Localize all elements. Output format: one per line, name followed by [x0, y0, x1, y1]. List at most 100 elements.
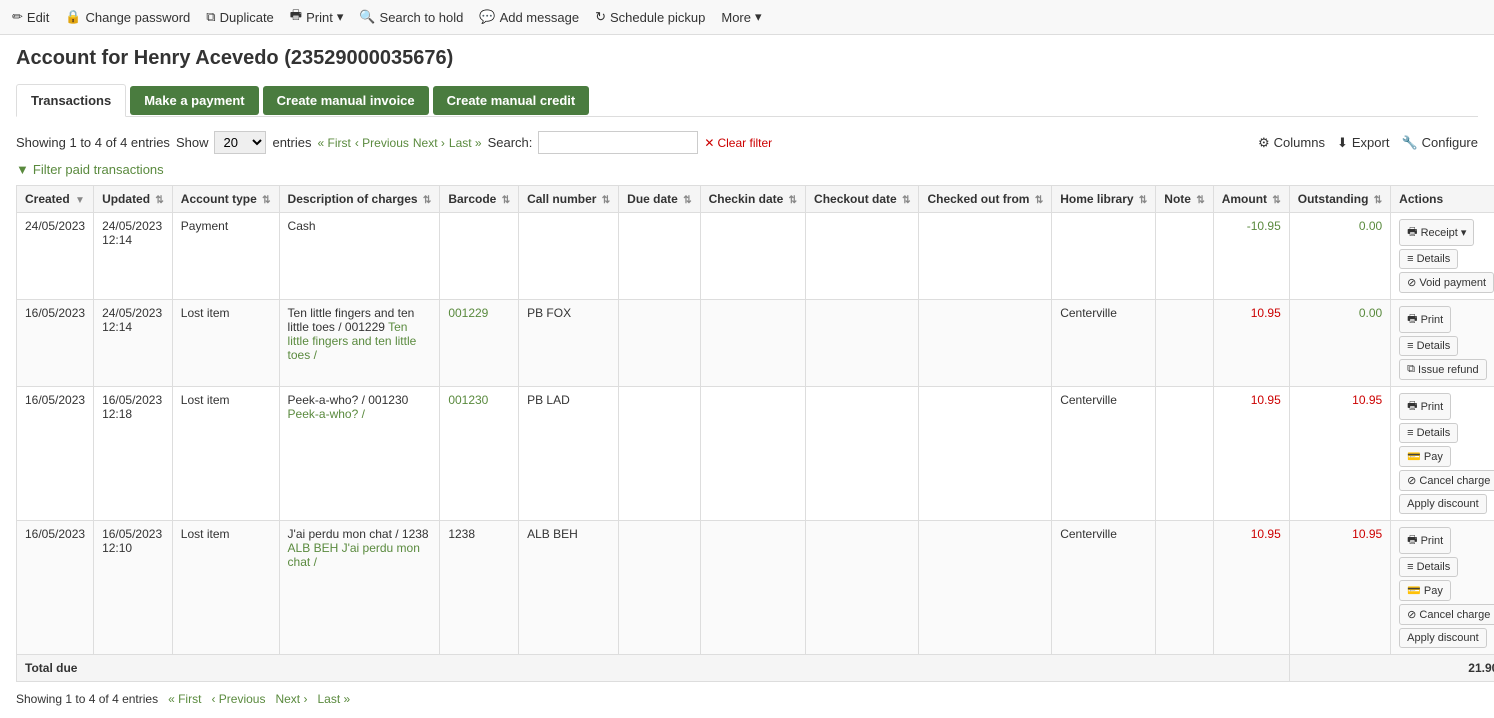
more-link[interactable]: More ▾	[721, 9, 761, 25]
cell-due-date	[619, 387, 700, 521]
description-link[interactable]: Ten little fingers and ten little toes /	[288, 320, 417, 362]
table-row: 16/05/202316/05/2023 12:10Lost itemJ'ai …	[17, 521, 1494, 655]
pay-btn[interactable]: 💳Pay	[1399, 446, 1451, 467]
schedule-pickup-link[interactable]: ↻ Schedule pickup	[595, 9, 705, 25]
print-link[interactable]: 🖶 Print ▾	[290, 6, 344, 28]
last-link[interactable]: Last »	[449, 136, 482, 150]
issue-refund-btn[interactable]: ⧉Issue refund	[1399, 359, 1486, 380]
more-dropdown-icon: ▾	[755, 9, 762, 25]
cell-checkin-date	[700, 387, 805, 521]
cell-actions: 🖶Print ≡Details 💳Pay ⊘Cancel charge Apply di…	[1391, 387, 1494, 521]
next-link[interactable]: Next ›	[413, 136, 445, 150]
search-label: Search:	[488, 135, 533, 150]
action-icon: ⊘	[1407, 608, 1416, 621]
cell-barcode	[440, 213, 519, 300]
change-password-link[interactable]: 🔒 Change password	[65, 9, 190, 25]
make-payment-button[interactable]: Make a payment	[130, 86, 258, 115]
edit-link[interactable]: ✏ Edit	[12, 9, 49, 25]
col-due-date[interactable]: Due date ⇅	[619, 186, 700, 213]
tab-transactions[interactable]: Transactions	[16, 84, 126, 117]
col-call-number[interactable]: Call number ⇅	[519, 186, 619, 213]
columns-link[interactable]: ⚙ Columns	[1258, 135, 1325, 151]
total-row: Total due 21.90	[17, 655, 1494, 682]
cell-updated: 24/05/2023 12:14	[94, 213, 173, 300]
details-btn[interactable]: ≡Details	[1399, 557, 1458, 577]
action-buttons: 🖶Print ≡Details ⧉Issue refund	[1399, 306, 1494, 380]
action-icon: 🖶	[1407, 223, 1417, 242]
col-description[interactable]: Description of charges ⇅	[279, 186, 440, 213]
print-btn[interactable]: 🖶Print	[1399, 393, 1451, 420]
create-invoice-button[interactable]: Create manual invoice	[263, 86, 429, 115]
sort-account-type-icon: ⇅	[262, 195, 270, 206]
sort-updated-icon: ⇅	[155, 195, 163, 206]
col-amount[interactable]: Amount ⇅	[1213, 186, 1289, 213]
configure-icon: 🔧	[1401, 135, 1417, 151]
cell-call-number: PB LAD	[519, 387, 619, 521]
dropdown-arrow: ▾	[1461, 226, 1467, 239]
cell-outstanding: 0.00	[1289, 213, 1390, 300]
columns-icon: ⚙	[1258, 135, 1270, 151]
bottom-previous-link[interactable]: ‹ Previous	[211, 692, 265, 706]
sort-created-icon: ▼	[75, 195, 85, 206]
col-created[interactable]: Created ▼	[17, 186, 94, 213]
bottom-next-link[interactable]: Next ›	[275, 692, 307, 706]
cell-created: 16/05/2023	[17, 300, 94, 387]
bottom-showing: Showing 1 to 4 of 4 entries	[16, 692, 158, 706]
pay-btn[interactable]: 💳Pay	[1399, 580, 1451, 601]
details-btn[interactable]: ≡Details	[1399, 423, 1458, 443]
print-btn[interactable]: 🖶Print	[1399, 306, 1451, 333]
export-link[interactable]: ⬇ Export	[1337, 135, 1389, 151]
details-btn[interactable]: ≡Details	[1399, 249, 1458, 269]
header-row: Created ▼ Updated ⇅ Account type ⇅ Descr…	[17, 186, 1494, 213]
create-credit-button[interactable]: Create manual credit	[433, 86, 590, 115]
search-icon: 🔍	[359, 9, 375, 25]
print-btn[interactable]: 🖶Print	[1399, 527, 1451, 554]
col-updated[interactable]: Updated ⇅	[94, 186, 173, 213]
show-entries-select[interactable]: 20 10 50 100	[214, 131, 266, 154]
table-controls-left: Showing 1 to 4 of 4 entries Show 20 10 5…	[16, 131, 772, 154]
configure-link[interactable]: 🔧 Configure	[1401, 135, 1478, 151]
search-to-hold-link[interactable]: 🔍 Search to hold	[359, 9, 463, 25]
cell-amount: 10.95	[1213, 387, 1289, 521]
col-checkout-date[interactable]: Checkout date ⇅	[806, 186, 919, 213]
search-area: Search: ✕ Clear filter	[488, 131, 773, 154]
sort-due-date-icon: ⇅	[683, 195, 691, 206]
receipt-btn[interactable]: 🖶Receipt▾	[1399, 219, 1474, 246]
duplicate-link[interactable]: ⧉ Duplicate	[206, 9, 274, 25]
void-payment-btn[interactable]: ⊘Void payment	[1399, 272, 1494, 293]
barcode-link[interactable]: 001230	[448, 393, 488, 407]
cell-description: Cash	[279, 213, 440, 300]
cancel-charge-btn[interactable]: ⊘Cancel charge	[1399, 470, 1494, 491]
search-input[interactable]	[538, 131, 698, 154]
first-link[interactable]: « First	[318, 136, 351, 150]
cell-description: Peek-a-who? / 001230 Peek-a-who? /	[279, 387, 440, 521]
filter-paid-link[interactable]: ▼ Filter paid transactions	[16, 162, 1478, 177]
col-checkin-date[interactable]: Checkin date ⇅	[700, 186, 805, 213]
sort-amount-icon: ⇅	[1272, 195, 1280, 206]
col-outstanding[interactable]: Outstanding ⇅	[1289, 186, 1390, 213]
col-note[interactable]: Note ⇅	[1156, 186, 1213, 213]
col-home-library[interactable]: Home library ⇅	[1052, 186, 1156, 213]
cancel-charge-btn[interactable]: ⊘Cancel charge	[1399, 604, 1494, 625]
previous-link[interactable]: ‹ Previous	[355, 136, 409, 150]
table-row: 16/05/202324/05/2023 12:14Lost itemTen l…	[17, 300, 1494, 387]
description-link[interactable]: Peek-a-who? /	[288, 407, 365, 421]
barcode-link[interactable]: 001229	[448, 306, 488, 320]
apply-discount-btn[interactable]: Apply discount	[1399, 494, 1487, 514]
bottom-first-link[interactable]: « First	[168, 692, 201, 706]
cell-actions: 🖶Print ≡Details ⧉Issue refund	[1391, 300, 1494, 387]
add-message-link[interactable]: 💬 Add message	[479, 9, 579, 25]
cell-due-date	[619, 300, 700, 387]
col-account-type[interactable]: Account type ⇅	[172, 186, 279, 213]
duplicate-icon: ⧉	[206, 9, 215, 25]
bottom-last-link[interactable]: Last »	[317, 692, 350, 706]
col-barcode[interactable]: Barcode ⇅	[440, 186, 519, 213]
description-link[interactable]: ALB BEH J'ai perdu mon chat /	[288, 541, 420, 569]
table-footer: Total due 21.90	[17, 655, 1494, 682]
cell-outstanding: 10.95	[1289, 387, 1390, 521]
action-icon: ≡	[1407, 340, 1413, 352]
apply-discount-btn[interactable]: Apply discount	[1399, 628, 1487, 648]
clear-filter-link[interactable]: ✕ Clear filter	[704, 136, 772, 150]
col-checked-out-from[interactable]: Checked out from ⇅	[919, 186, 1052, 213]
details-btn[interactable]: ≡Details	[1399, 336, 1458, 356]
